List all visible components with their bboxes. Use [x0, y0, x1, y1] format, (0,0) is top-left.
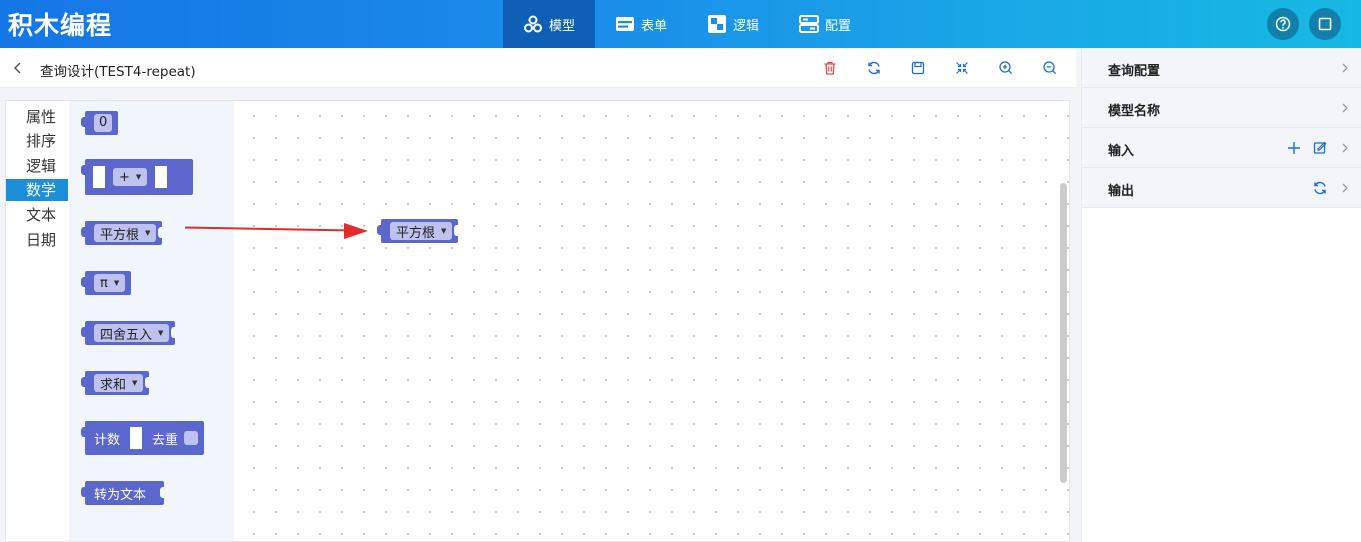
nav-tab-label: 模型	[548, 18, 575, 34]
category-date[interactable]: 日期	[6, 229, 68, 251]
help-button[interactable]	[1267, 8, 1299, 40]
right-panel: 查询配置 模型名称 输入 输出	[1081, 48, 1361, 542]
fullscreen-button[interactable]	[1309, 8, 1341, 40]
form-icon	[615, 17, 634, 31]
panel-row-label: 输出	[1108, 184, 1135, 199]
save-icon	[911, 61, 925, 75]
zoom-out-icon	[1043, 61, 1057, 75]
block-aggregate[interactable]: 求和 ▼	[80, 371, 151, 395]
category-attribute[interactable]: 属性	[6, 106, 68, 128]
page-title: 查询设计(TEST4-repeat)	[40, 64, 196, 80]
canvas-grid[interactable]	[234, 101, 1069, 541]
block-number[interactable]: 0	[80, 111, 119, 135]
config-icon	[798, 15, 819, 33]
count-label: 计数	[94, 432, 121, 448]
dedupe-label: 去重	[152, 432, 179, 448]
category-text[interactable]: 文本	[6, 204, 68, 226]
top-bar: 积木编程 模型 表单 逻辑 配置	[0, 0, 1361, 48]
fullscreen-icon	[1318, 17, 1332, 31]
back-icon[interactable]	[10, 60, 26, 76]
nav-tab-label: 配置	[824, 18, 851, 34]
round-dropdown[interactable]: 四舍五入 ▼	[94, 324, 170, 343]
chevron-right-icon	[1342, 183, 1348, 193]
output-actions	[1312, 180, 1328, 196]
model-icon	[523, 15, 542, 33]
zoom-in-icon	[999, 61, 1013, 75]
input-slot	[93, 166, 105, 188]
category-logic[interactable]: 逻辑	[6, 155, 68, 177]
category-sort[interactable]: 排序	[6, 130, 68, 152]
block-constant[interactable]: π ▼	[80, 271, 132, 295]
nav-tab-logic[interactable]: 逻辑	[687, 0, 779, 48]
zoom-out-button[interactable]	[1040, 58, 1060, 78]
collapse-button[interactable]	[952, 58, 972, 78]
block-arithmetic[interactable]: + ▼	[81, 159, 193, 195]
aggregate-dropdown[interactable]: 求和 ▼	[94, 374, 144, 393]
panel-row-query-config[interactable]: 查询配置	[1082, 48, 1361, 88]
block-count[interactable]: 计数 去重	[80, 421, 205, 455]
edit-icon[interactable]	[1312, 140, 1328, 156]
panel-row-output[interactable]: 输出	[1082, 168, 1361, 208]
chevron-right-icon	[1342, 63, 1348, 73]
nav-tab-model[interactable]: 模型	[503, 0, 595, 48]
panel-row-label: 输入	[1108, 144, 1135, 159]
chevron-right-icon	[1342, 143, 1348, 153]
refresh-button[interactable]	[864, 58, 884, 78]
block-flyout: 0 + ▼ 平方根 ▼ π ▼ 四舍五入 ▼ 求和 ▼ 计数 去重 转为文本	[69, 101, 234, 541]
operator-dropdown[interactable]: + ▼	[113, 168, 148, 186]
panel-row-label: 查询配置	[1108, 64, 1161, 79]
block-to-text[interactable]: 转为文本	[80, 481, 166, 505]
nav-tab-label: 逻辑	[732, 18, 759, 34]
vertical-scrollbar[interactable]	[1060, 183, 1067, 483]
function-dropdown[interactable]: 平方根 ▼	[390, 222, 453, 241]
main-nav: 模型 表单 逻辑 配置	[503, 0, 871, 48]
panel-row-input[interactable]: 输入	[1082, 128, 1361, 168]
input-slot	[155, 166, 168, 188]
save-button[interactable]	[908, 58, 928, 78]
function-dropdown[interactable]: 平方根 ▼	[94, 224, 157, 243]
input-actions	[1286, 140, 1328, 156]
app-title: 积木编程	[8, 11, 113, 40]
constant-dropdown[interactable]: π ▼	[94, 274, 126, 292]
drag-arrow-annotation	[184, 223, 368, 239]
category-math[interactable]: 数学	[6, 179, 68, 201]
zoom-in-button[interactable]	[996, 58, 1016, 78]
delete-icon	[824, 61, 836, 75]
panel-row-label: 模型名称	[1108, 104, 1161, 119]
canvas-block-sqrt[interactable]: 平方根 ▼	[376, 219, 460, 243]
delete-button[interactable]	[820, 58, 840, 78]
input-slot	[130, 427, 143, 449]
blockly-workspace[interactable]: 属性 排序 逻辑 数学 文本 日期 0 +▼ 平方根▼ π▼ 四舍五入▼	[5, 100, 1070, 542]
collapse-icon	[956, 62, 968, 74]
logic-icon	[707, 15, 726, 33]
panel-row-model-name[interactable]: 模型名称	[1082, 88, 1361, 128]
sub-header: 查询设计(TEST4-repeat)	[0, 48, 1076, 88]
refresh-icon[interactable]	[1312, 180, 1328, 196]
top-right-actions	[1267, 8, 1341, 40]
block-round[interactable]: 四舍五入 ▼	[80, 321, 177, 345]
dedupe-checkbox[interactable]	[184, 431, 199, 445]
nav-tab-label: 表单	[640, 18, 667, 34]
number-field[interactable]: 0	[94, 114, 113, 132]
refresh-icon	[868, 61, 880, 75]
nav-tab-form[interactable]: 表单	[595, 0, 687, 48]
nav-tab-config[interactable]: 配置	[779, 0, 871, 48]
workspace-toolbar	[820, 58, 1060, 78]
block-sqrt[interactable]: 平方根 ▼	[80, 221, 164, 245]
chevron-right-icon	[1342, 103, 1348, 113]
to-text-label: 转为文本	[94, 487, 147, 503]
help-icon	[1275, 16, 1291, 32]
plus-icon[interactable]	[1286, 140, 1302, 156]
category-toolbox: 属性 排序 逻辑 数学 文本 日期	[6, 101, 69, 541]
